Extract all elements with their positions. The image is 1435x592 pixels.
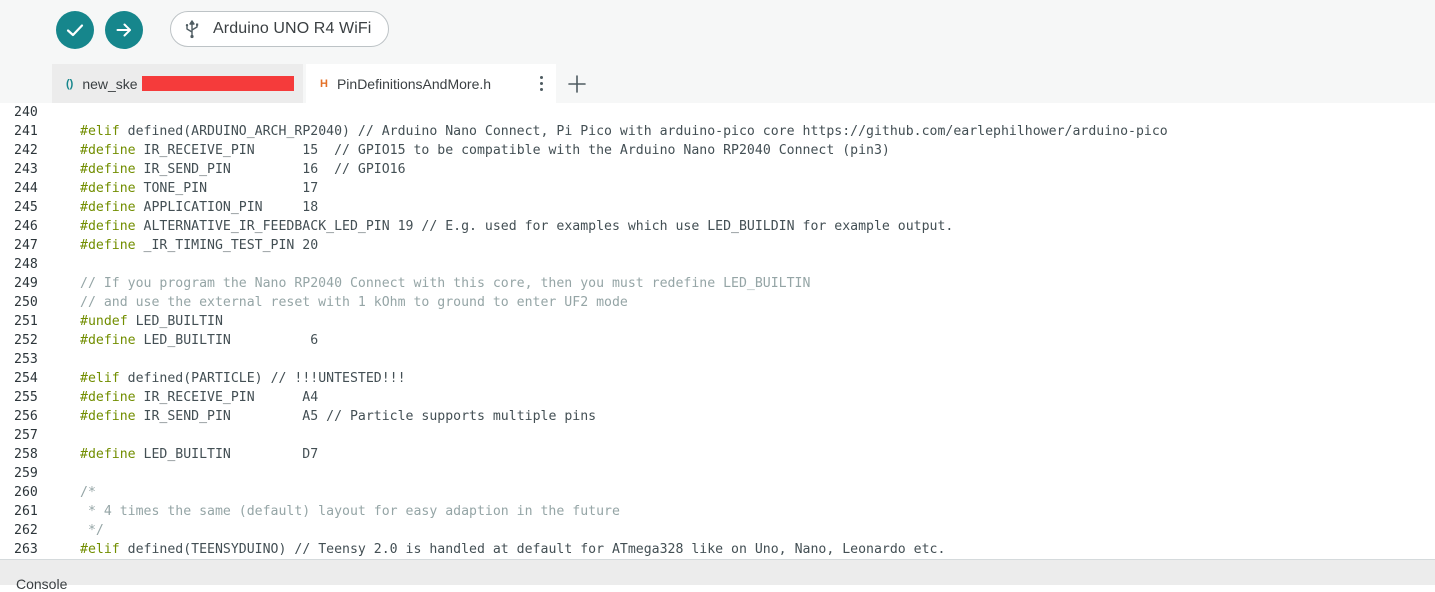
code-text: #define APPLICATION_PIN 18	[80, 200, 319, 215]
line-number: 262	[14, 523, 38, 538]
line-number: 252	[14, 333, 38, 348]
code-text: #elif defined(ARDUINO_ARCH_RP2040) // Ar…	[80, 124, 1168, 139]
code-text: #define ALTERNATIVE_IR_FEEDBACK_LED_PIN …	[80, 219, 954, 234]
line-number: 255	[14, 390, 38, 405]
code-text: #undef LED_BUILTIN	[80, 314, 223, 329]
tab-sketch[interactable]: () new_ske	[52, 64, 303, 103]
board-selector[interactable]: Arduino UNO R4 WiFi	[170, 11, 389, 47]
check-icon	[66, 24, 84, 37]
code-text: * 4 times the same (default) layout for …	[80, 504, 620, 519]
code-text: #define IR_RECEIVE_PIN 15 // GPIO15 to b…	[80, 143, 890, 158]
code-text: #define IR_SEND_PIN A5 // Particle suppo…	[80, 409, 597, 424]
code-text: // and use the external reset with 1 kOh…	[80, 295, 628, 310]
line-number: 251	[14, 314, 38, 329]
line-number: 260	[14, 485, 38, 500]
tab-bar: () new_ske H PinDefinitionsAndMore.h	[0, 64, 1435, 103]
code-text: #elif defined(TEENSYDUINO) // Teensy 2.0…	[80, 542, 946, 557]
line-number: 259	[14, 466, 38, 481]
line-number: 261	[14, 504, 38, 519]
tab-pin-definitions[interactable]: H PinDefinitionsAndMore.h	[306, 64, 556, 103]
line-number: 248	[14, 257, 38, 272]
line-number: 263	[14, 542, 38, 557]
more-options-icon[interactable]	[536, 73, 546, 93]
redaction-bar	[142, 76, 294, 91]
code-text: #define _IR_TIMING_TEST_PIN 20	[80, 238, 319, 253]
line-number: 254	[14, 371, 38, 386]
code-editor[interactable]: 240 241 #elif defined(ARDUINO_ARCH_RP2040)…	[0, 103, 1435, 559]
upload-button[interactable]	[105, 11, 143, 49]
line-number: 245	[14, 200, 38, 215]
verify-button[interactable]	[56, 11, 94, 49]
code-text: #elif defined(PARTICLE) // !!!UNTESTED!!…	[80, 371, 406, 386]
line-number: 257	[14, 428, 38, 443]
line-number: 258	[14, 447, 38, 462]
line-number: 244	[14, 181, 38, 196]
console-panel[interactable]: Console	[0, 559, 1435, 592]
code-text: #define LED_BUILTIN 6	[80, 333, 319, 348]
line-number: 253	[14, 352, 38, 367]
code-text: #define LED_BUILTIN D7	[80, 447, 319, 462]
arrow-right-icon	[116, 23, 131, 37]
code-text: /*	[80, 485, 96, 500]
code-text: */	[80, 523, 104, 538]
code-text: // If you program the Nano RP2040 Connec…	[80, 276, 811, 291]
line-number: 241	[14, 124, 38, 139]
line-number: 246	[14, 219, 38, 234]
line-number: 242	[14, 143, 38, 158]
console-label: Console	[16, 576, 68, 592]
code-text: #define IR_RECEIVE_PIN A4	[80, 390, 319, 405]
line-number: 243	[14, 162, 38, 177]
code-text: #define TONE_PIN 17	[80, 181, 319, 196]
line-number: 256	[14, 409, 38, 424]
add-tab-icon[interactable]	[565, 72, 589, 96]
tab-label: new_ske	[82, 75, 138, 92]
line-number: 240	[14, 105, 38, 120]
header-file-icon: H	[320, 77, 328, 90]
toolbar: Arduino UNO R4 WiFi	[0, 0, 1435, 64]
line-number: 250	[14, 295, 38, 310]
sketch-file-icon: ()	[66, 77, 74, 90]
line-number: 247	[14, 238, 38, 253]
board-name: Arduino UNO R4 WiFi	[213, 20, 372, 37]
tab-label: PinDefinitionsAndMore.h	[336, 75, 492, 92]
usb-icon	[183, 19, 201, 39]
code-text: #define IR_SEND_PIN 16 // GPIO16	[80, 162, 406, 177]
line-number: 249	[14, 276, 38, 291]
